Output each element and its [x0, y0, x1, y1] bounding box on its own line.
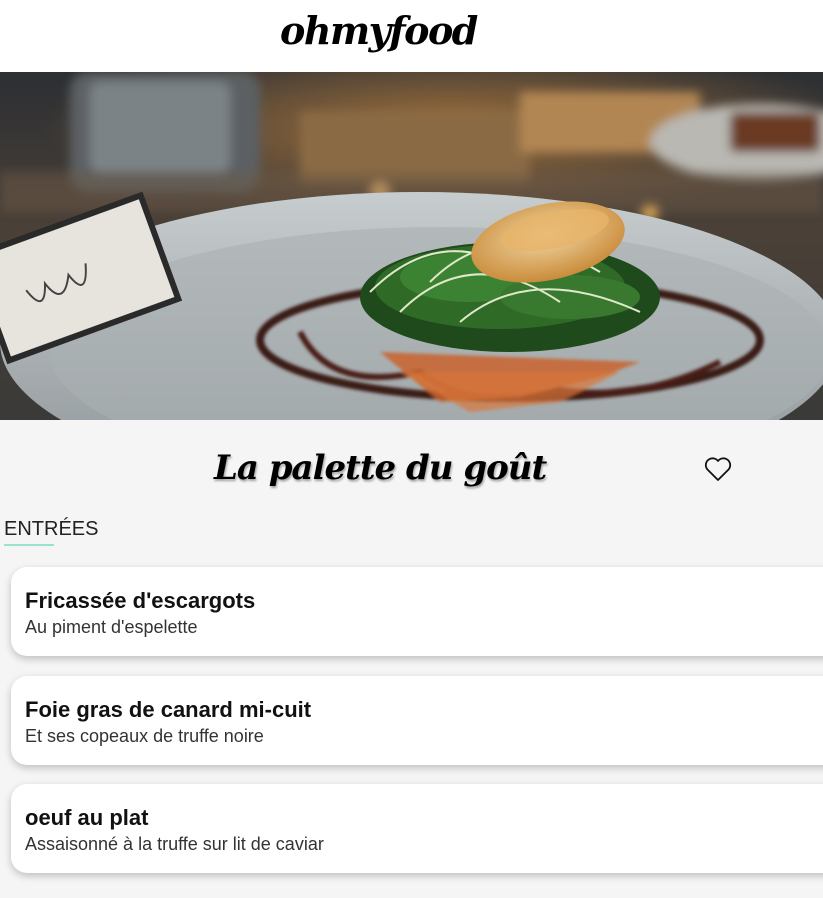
menu-item-name: Foie gras de canard mi-cuit [25, 697, 312, 722]
heart-icon[interactable] [704, 456, 732, 482]
menu-item-card[interactable]: Foie gras de canard mi-cuit Et ses copea… [11, 676, 823, 765]
menu-item-name: oeuf au plat [25, 805, 149, 830]
menu-item-card[interactable]: oeuf au plat Assaisonné à la truffe sur … [11, 784, 823, 873]
site-logo[interactable]: ohmyfood [280, 8, 478, 53]
menu-item-description: Assaisonné à la truffe sur lit de caviar [25, 834, 324, 854]
menu-item-name: Fricassée d'escargots [25, 588, 256, 613]
hero-photo [0, 72, 823, 420]
restaurant-title-row: La palette du goût [0, 420, 823, 520]
restaurant-name: La palette du goût [214, 448, 547, 488]
menu-item-card[interactable]: Fricassée d'escargots Au piment d'espele… [11, 567, 823, 656]
section-underline [4, 544, 54, 546]
site-header: ohmyfood [0, 0, 823, 72]
menu-item-description: Au piment d'espelette [25, 617, 198, 637]
menu-item-description: Et ses copeaux de truffe noire [25, 726, 264, 746]
section-title-entrees: ENTRÉES [4, 518, 99, 540]
hero-image [0, 72, 823, 420]
